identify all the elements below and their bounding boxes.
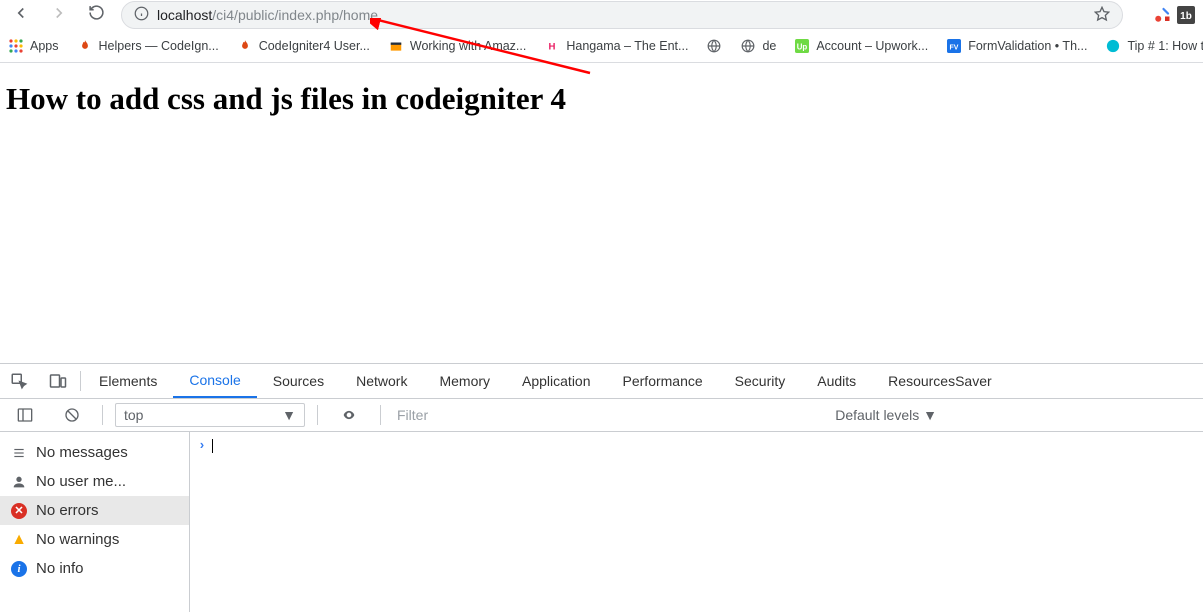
fv-icon: FV [946,38,962,54]
devtools-tab-memory[interactable]: Memory [423,364,506,398]
back-button[interactable] [8,0,34,31]
sidebar-no-info[interactable]: i No info [0,554,189,583]
bookmark-apps[interactable]: Apps [8,38,59,54]
reload-button[interactable] [84,0,109,30]
flame-icon [77,38,93,54]
bookmark-item[interactable]: Tip # 1: How to r [1105,38,1203,54]
bookmark-item[interactable]: de [740,38,776,54]
sidebar-no-user-messages[interactable]: No user me... [0,467,189,496]
clear-console-icon[interactable] [54,399,90,431]
inspect-element-icon[interactable] [0,364,38,398]
globe-icon [740,38,756,54]
bookmark-label: Hangama – The Ent... [566,39,688,53]
cyan-icon [1105,38,1121,54]
filter-input[interactable] [393,403,825,427]
error-icon: ✕ [10,502,28,520]
bookmarks-bar: Apps Helpers — CodeIgn... CodeIgniter4 U… [0,30,1203,62]
devtools-tab-sources[interactable]: Sources [257,364,340,398]
bookmark-label: Helpers — CodeIgn... [99,39,219,53]
bookmark-label: Account – Upwork... [816,39,928,53]
svg-text:1b: 1b [1180,11,1192,22]
extension-icon[interactable]: 1b [1177,6,1195,24]
h-icon: H [544,38,560,54]
bookmark-item[interactable]: CodeIgniter4 User... [237,38,370,54]
svg-text:FV: FV [950,45,959,52]
bookmark-item[interactable] [706,38,722,54]
user-icon [10,473,28,491]
console-sidebar: No messages No user me... ✕ No errors ▲ … [0,432,190,612]
devtools-tab-audits[interactable]: Audits [801,364,872,398]
bookmark-label: de [762,39,776,53]
devtools-panel: Elements Console Sources Network Memory … [0,363,1203,612]
sidebar-no-warnings[interactable]: ▲ No warnings [0,525,189,554]
flame-icon [237,38,253,54]
devtools-tab-application[interactable]: Application [506,364,607,398]
svg-text:Up: Up [797,43,808,52]
address-bar[interactable]: localhost/ci4/public/index.php/home [121,1,1123,29]
page-heading: How to add css and js files in codeignit… [6,81,1197,117]
bookmark-item[interactable]: Up Account – Upwork... [794,38,928,54]
log-levels-selector[interactable]: Default levels ▼ [835,407,1197,423]
list-icon [10,444,28,462]
devtools-tab-network[interactable]: Network [340,364,423,398]
console-cursor [212,439,213,453]
bookmark-label: Tip # 1: How to r [1127,39,1203,53]
bookmark-item[interactable]: FV FormValidation • Th... [946,38,1087,54]
globe-icon [706,38,722,54]
forward-button[interactable] [46,0,72,31]
bookmark-star-icon[interactable] [1094,6,1110,25]
apps-icon [8,38,24,54]
sidebar-no-errors[interactable]: ✕ No errors [0,496,189,525]
box-icon [388,38,404,54]
console-prompt-icon: › [198,438,206,453]
svg-text:H: H [549,42,556,53]
address-text: localhost/ci4/public/index.php/home [157,7,1086,23]
info-icon: i [10,560,28,578]
bookmark-label: FormValidation • Th... [968,39,1087,53]
devtools-tab-performance[interactable]: Performance [607,364,719,398]
sidebar-toggle-icon[interactable] [6,399,44,431]
context-selector[interactable]: top ▼ [115,403,305,427]
devtools-tab-console[interactable]: Console [173,364,256,398]
upwork-icon: Up [794,38,810,54]
extension-icon[interactable] [1153,6,1171,24]
sidebar-no-messages[interactable]: No messages [0,438,189,467]
bookmark-item[interactable]: H Hangama – The Ent... [544,38,688,54]
chevron-down-icon: ▼ [282,407,296,423]
bookmark-label: Apps [30,39,59,53]
device-toolbar-icon[interactable] [38,364,78,398]
bookmark-label: CodeIgniter4 User... [259,39,370,53]
bookmark-item[interactable]: Working with Amaz... [388,38,526,54]
warning-icon: ▲ [10,531,28,549]
devtools-tab-security[interactable]: Security [719,364,802,398]
eye-icon[interactable] [330,399,368,431]
site-info-icon[interactable] [134,6,149,24]
devtools-tab-elements[interactable]: Elements [83,364,173,398]
console-output[interactable]: › [190,432,1203,612]
devtools-tab-resourcessaver[interactable]: ResourcesSaver [872,364,1008,398]
bookmark-label: Working with Amaz... [410,39,526,53]
bookmark-item[interactable]: Helpers — CodeIgn... [77,38,219,54]
